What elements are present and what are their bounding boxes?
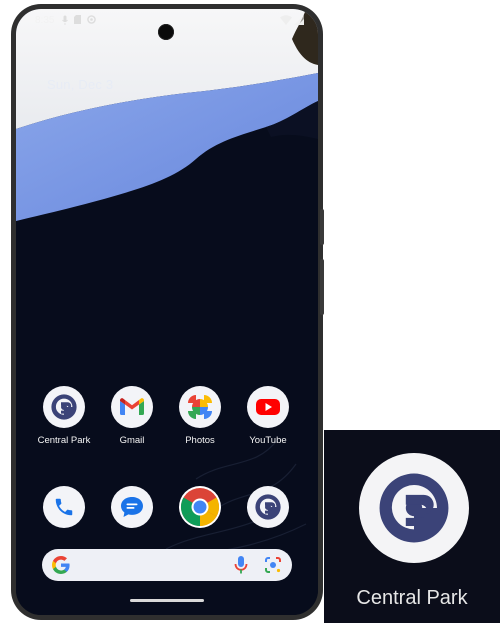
status-bar: 8:35 [16, 9, 318, 40]
wifi-icon [280, 15, 292, 25]
dock-messages[interactable] [101, 486, 163, 528]
gesture-nav-bar[interactable] [130, 599, 204, 602]
app-youtube[interactable]: YouTube [237, 386, 299, 446]
chrome-icon [179, 486, 221, 528]
messages-icon [111, 486, 153, 528]
central-park-icon [359, 453, 469, 563]
date-widget[interactable]: Sun, Dec 3 [47, 77, 113, 92]
phone-frame: 8:35 Sun, Dec 3 Central Park Gmail Photo… [11, 4, 324, 620]
home-screen: 8:35 Sun, Dec 3 Central Park Gmail Photo… [16, 9, 318, 615]
app-label: Photos [185, 435, 215, 446]
app-label: Central Park [37, 435, 91, 446]
app-label: Gmail [119, 435, 145, 446]
sync-icon [87, 15, 96, 24]
status-system-icons [280, 15, 304, 25]
status-notification-icons [62, 15, 96, 25]
google-lens-icon[interactable] [264, 556, 282, 574]
app-central-park[interactable]: Central Park [33, 386, 95, 446]
zoom-inset-label: Central Park [356, 587, 468, 609]
voice-search-icon[interactable] [234, 555, 248, 575]
google-search-bar[interactable] [42, 549, 292, 581]
gmail-icon [111, 386, 153, 428]
sd-card-icon [74, 15, 81, 24]
app-label: YouTube [249, 435, 287, 446]
youtube-icon [247, 386, 289, 428]
phone-icon [43, 486, 85, 528]
dock-phone[interactable] [33, 486, 95, 528]
zoom-inset: Central Park [324, 430, 500, 623]
signal-icon [294, 15, 304, 25]
google-g-icon [52, 556, 70, 574]
app-photos[interactable]: Photos [169, 386, 231, 446]
app-gmail[interactable]: Gmail [101, 386, 163, 446]
central-park-icon [43, 386, 85, 428]
central-park-icon [247, 486, 289, 528]
volume-button [320, 259, 324, 315]
status-time: 8:35 [35, 15, 55, 26]
front-camera [158, 24, 174, 40]
power-button [320, 209, 324, 245]
photos-icon [179, 386, 221, 428]
dock-chrome[interactable] [169, 486, 231, 528]
dock-central-park[interactable] [237, 486, 299, 528]
mic-status-icon [62, 15, 68, 25]
